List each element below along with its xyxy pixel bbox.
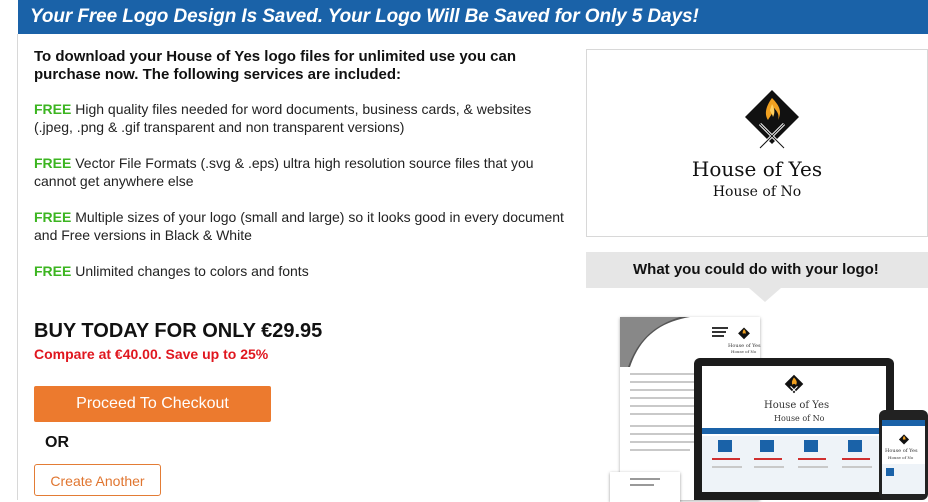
- phone-screen: House of Yes House of No: [882, 420, 925, 494]
- compare-price: Compare at €40.00. Save up to 25%: [34, 346, 269, 362]
- letterhead-logo-icon: [738, 327, 750, 340]
- laptop-logo-tagline: House of No: [774, 414, 825, 423]
- feature-item: FREE Multiple sizes of your logo (small …: [34, 208, 574, 244]
- business-card-mockup: [610, 472, 680, 502]
- phone-logo-icon: [898, 434, 910, 445]
- feature-item: FREE Unlimited changes to colors and fon…: [34, 262, 574, 280]
- laptop-logo-icon: [784, 374, 804, 394]
- or-separator: OR: [45, 434, 69, 451]
- feature-item: FREE Vector File Formats (.svg & .eps) u…: [34, 154, 574, 190]
- content-divider: [17, 34, 18, 500]
- free-badge: FREE: [34, 209, 72, 225]
- feature-text: Unlimited changes to colors and fonts: [71, 263, 309, 279]
- laptop-logo-name: House of Yes: [764, 400, 830, 411]
- price-heading: BUY TODAY FOR ONLY €29.95: [34, 320, 323, 342]
- banner-text: Your Free Logo Design Is Saved. Your Log…: [30, 6, 699, 27]
- feature-text: High quality files needed for word docum…: [34, 101, 532, 135]
- create-another-button[interactable]: Create Another: [34, 464, 161, 496]
- promo-header: What you could do with your logo!: [586, 252, 928, 288]
- logo-mark-icon: [745, 90, 799, 150]
- letterhead-logo-tagline: House of No: [731, 349, 757, 354]
- logo-tagline: House of No: [712, 184, 802, 200]
- intro-text: To download your House of Yes logo files…: [34, 48, 516, 83]
- logo-name: House of Yes: [691, 157, 823, 181]
- logo-preview: House of Yes House of No: [586, 49, 928, 237]
- free-badge: FREE: [34, 101, 72, 117]
- phone-mockup: House of Yes House of No: [879, 410, 928, 500]
- promo-panel: What you could do with your logo! House …: [586, 252, 928, 502]
- feature-text: Multiple sizes of your logo (small and l…: [34, 209, 564, 243]
- phone-logo-tagline: House of No: [888, 455, 914, 460]
- proceed-to-checkout-button[interactable]: Proceed To Checkout: [34, 386, 271, 422]
- feature-item: FREE High quality files needed for word …: [34, 100, 574, 136]
- top-banner: Your Free Logo Design Is Saved. Your Log…: [18, 0, 928, 34]
- laptop-mockup: House of Yes House of No: [694, 358, 894, 500]
- feature-text: Vector File Formats (.svg & .eps) ultra …: [34, 155, 534, 189]
- phone-logo-name: House of Yes: [885, 448, 918, 454]
- free-badge: FREE: [34, 263, 72, 279]
- promo-arrow-icon: [749, 288, 781, 302]
- free-badge: FREE: [34, 155, 72, 171]
- promo-heading: What you could do with your logo!: [633, 261, 879, 278]
- laptop-screen: House of Yes House of No: [702, 366, 886, 492]
